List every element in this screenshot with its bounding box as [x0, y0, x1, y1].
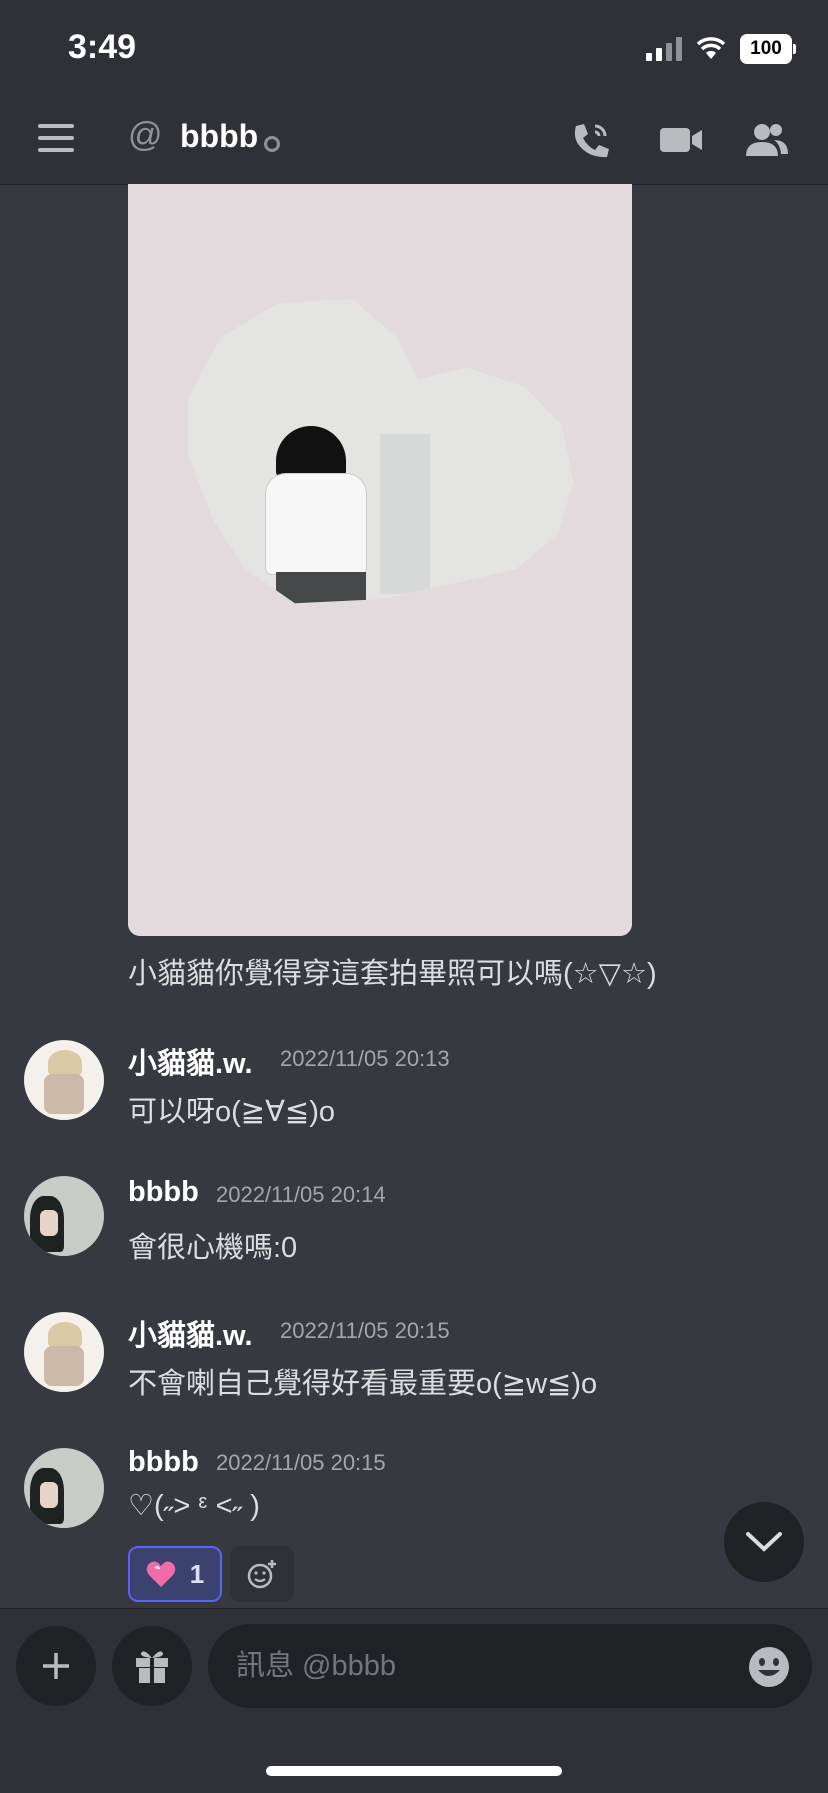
channel-name[interactable]: bbbb [180, 118, 258, 155]
heart-emoji-icon [146, 1561, 176, 1587]
add-attachment-button[interactable] [16, 1626, 96, 1706]
avatar[interactable] [24, 1448, 104, 1528]
status-time: 3:49 [68, 28, 137, 66]
photo-heart-cutout [188, 299, 574, 604]
at-icon: @ [128, 116, 163, 154]
channel-header: @ bbbb [0, 100, 828, 184]
battery-icon: 100 [740, 34, 796, 64]
jump-to-present-button[interactable] [724, 1502, 804, 1582]
message-text: 小貓貓你覺得穿這套拍畢照可以嗎(☆▽☆) [128, 958, 657, 990]
cellular-signal-icon [646, 37, 682, 61]
message-timestamp: 2022/11/05 20:15 [280, 1318, 450, 1343]
emoji-picker-icon[interactable] [748, 1646, 790, 1688]
offline-status-icon [264, 136, 280, 152]
message-timestamp: 2022/11/05 20:15 [216, 1450, 386, 1475]
add-reaction-button[interactable] [230, 1546, 294, 1602]
message-author[interactable]: bbbb [128, 1176, 199, 1209]
message-author[interactable]: bbbb [128, 1446, 199, 1479]
call-icon[interactable] [568, 120, 614, 160]
image-attachment[interactable] [128, 184, 632, 936]
wifi-icon [696, 37, 726, 59]
home-indicator [266, 1766, 562, 1776]
message-text: 會很心機嗎:0 [128, 1232, 298, 1264]
message-text: 不會喇自己覺得好看最重要o(≧w≦)o [128, 1368, 598, 1400]
avatar[interactable] [24, 1176, 104, 1256]
menu-icon[interactable] [38, 124, 74, 152]
chevron-down-icon [746, 1532, 782, 1552]
plus-icon [43, 1653, 69, 1679]
gift-button[interactable] [112, 1626, 192, 1706]
message-author[interactable]: 小貓貓.w. [128, 1040, 253, 1082]
reaction-count: 1 [189, 1558, 205, 1589]
message-timestamp: 2022/11/05 20:13 [280, 1046, 450, 1071]
message-author[interactable]: 小貓貓.w. [128, 1312, 253, 1354]
message-timestamp: 2022/11/05 20:14 [216, 1182, 386, 1207]
members-icon[interactable] [744, 120, 790, 160]
avatar[interactable] [24, 1312, 104, 1392]
avatar[interactable] [24, 1040, 104, 1120]
message-text: 可以呀o(≧∀≦)o [128, 1096, 336, 1128]
add-reaction-icon [247, 1560, 276, 1589]
gift-icon [136, 1651, 168, 1683]
message-text: ♡(˶˃ ᵋ ˂˶ ) [128, 1490, 260, 1522]
reaction-heart[interactable]: 1 [128, 1546, 222, 1602]
video-icon[interactable] [658, 120, 704, 160]
status-icons: 100 [646, 34, 796, 64]
message-input[interactable] [208, 1624, 812, 1708]
